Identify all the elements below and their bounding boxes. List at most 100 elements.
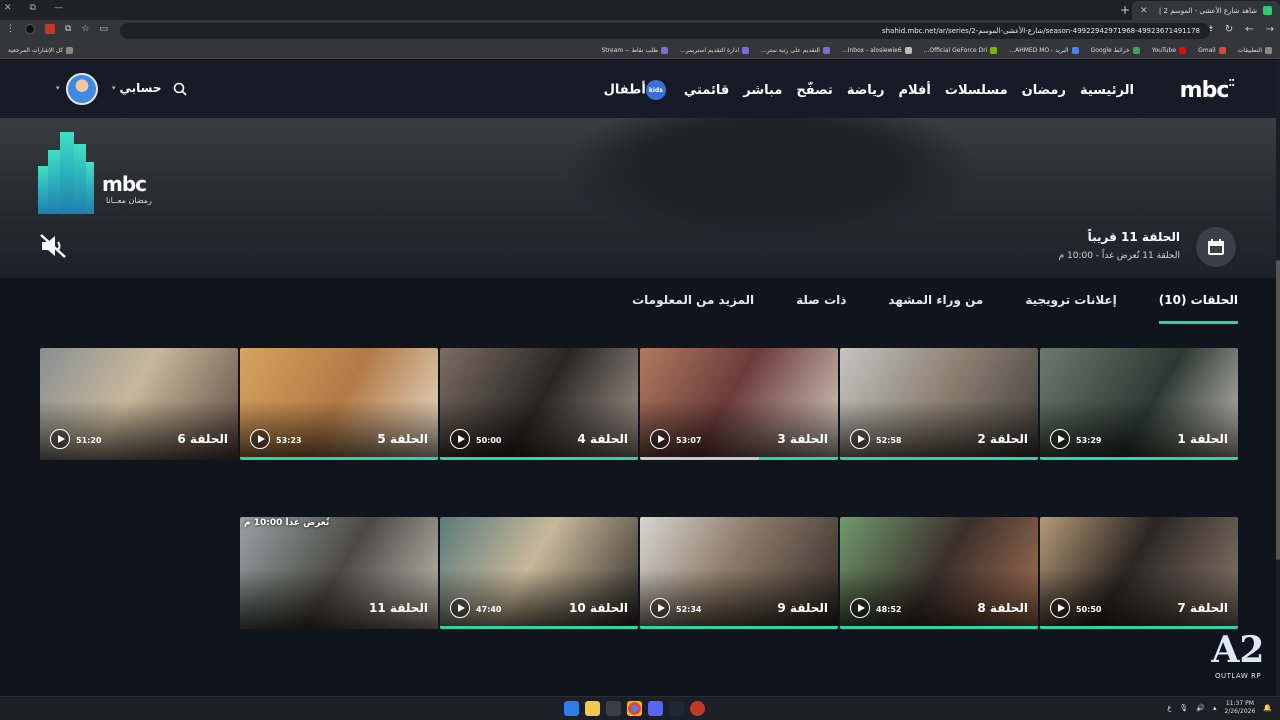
page-scrollbar[interactable] — [1276, 60, 1280, 696]
url-field[interactable]: shahid.mbc.net/ar/series/شارع-الأعشى-الم… — [120, 23, 1210, 39]
steam-icon[interactable] — [669, 701, 684, 716]
episode-duration: 53:07 — [676, 436, 702, 445]
play-icon[interactable] — [450, 598, 470, 618]
hero-brand-sub: رمضان معــانا — [106, 196, 152, 205]
site-header: mbc⁚⁚ الرئيسية رمضان مسلسلات أفلام رياضة… — [0, 60, 1276, 118]
all-bookmarks[interactable]: كل الإشارات المرجعية — [8, 46, 74, 54]
tab-trailers[interactable]: إعلانات ترويجية — [1025, 293, 1116, 324]
bookmark-item[interactable]: طلب نقاط -- Stream — [602, 46, 669, 54]
account-menu[interactable]: حسابي ▾ — [112, 81, 162, 95]
bookmark-star-icon[interactable]: ☆ — [81, 24, 89, 34]
mbc-logo[interactable]: mbc⁚⁚ — [1180, 78, 1235, 103]
episode-card[interactable]: الحلقة 10 47:40 — [440, 517, 638, 629]
nav-item-movies[interactable]: أفلام — [899, 83, 931, 98]
play-icon[interactable] — [1050, 429, 1070, 449]
episode-card[interactable]: الحلقة 2 52:58 — [840, 348, 1038, 460]
chevron-down-icon[interactable]: ▾ — [56, 84, 60, 92]
minimize-icon[interactable]: — — [54, 3, 63, 13]
episode-title: الحلقة 10 — [569, 601, 628, 615]
task-view-icon[interactable] — [606, 701, 621, 716]
file-explorer-icon[interactable] — [585, 701, 600, 716]
chrome-icon[interactable] — [627, 701, 642, 716]
episode-card[interactable]: الحلقة 7 50:50 — [1040, 517, 1238, 629]
play-icon[interactable] — [50, 429, 70, 449]
app-icon[interactable] — [690, 701, 705, 716]
avatar[interactable] — [66, 73, 98, 105]
windows-start-icon[interactable] — [564, 701, 579, 716]
nav-item-kids[interactable]: kidsأطفال — [604, 80, 670, 100]
episode-card[interactable]: الحلقة 9 52:34 — [640, 517, 838, 629]
mute-icon[interactable] — [38, 232, 68, 260]
nav-item-my-list[interactable]: قائمتي — [684, 83, 729, 98]
bookmark-item[interactable]: التقديم على رتبة ستر... — [761, 46, 830, 54]
forward-icon[interactable]: ← — [1245, 24, 1253, 35]
extensions-icon[interactable]: ⧉ — [65, 24, 71, 34]
episode-title: الحلقة 2 — [977, 432, 1028, 446]
episode-card[interactable]: الحلقة 6 51:20 — [40, 348, 238, 460]
tab-more-info[interactable]: المزيد من المعلومات — [632, 293, 754, 324]
maximize-icon[interactable]: ⧉ — [30, 3, 36, 13]
browser-tab[interactable]: شاهد شارع الأعشى - الموسم 2 | ✕ — [1132, 1, 1280, 20]
notification-icon[interactable]: 🔔 — [1263, 704, 1272, 712]
scrollbar-thumb[interactable] — [1276, 260, 1280, 560]
lang-indicator[interactable]: ع — [1167, 704, 1171, 712]
mic-icon[interactable]: 🎙 — [1179, 704, 1188, 712]
play-icon[interactable] — [650, 429, 670, 449]
close-window-icon[interactable]: ✕ — [4, 3, 12, 13]
menu-icon[interactable]: ⋮ — [6, 24, 15, 34]
nav-item-live[interactable]: مباشر — [743, 83, 782, 98]
nav-item-ramadan[interactable]: رمضان — [1022, 83, 1066, 98]
new-tab-button[interactable]: + — [1120, 3, 1130, 17]
inbox-icon — [904, 46, 912, 54]
next-episode-title: الحلقة 11 قريباً — [1087, 230, 1180, 244]
bookmark-item[interactable]: Gmail — [1198, 46, 1226, 54]
play-icon[interactable] — [1050, 598, 1070, 618]
bookmark-item[interactable]: Inbox - alosiewie6... — [842, 46, 912, 54]
bookmark-item[interactable]: التطبيقات — [1238, 46, 1272, 54]
tab-episodes[interactable]: الحلقات (10) — [1158, 293, 1238, 324]
play-icon[interactable] — [850, 598, 870, 618]
discord-icon[interactable] — [648, 701, 663, 716]
play-icon[interactable] — [650, 598, 670, 618]
bookmark-item[interactable]: YouTube — [1152, 46, 1187, 54]
nav-item-series[interactable]: مسلسلات — [945, 83, 1008, 98]
episode-title: الحلقة 9 — [777, 601, 828, 615]
bookmark-item[interactable]: خرائط Google — [1091, 46, 1140, 54]
episode-card[interactable]: الحلقة 8 48:52 — [840, 517, 1038, 629]
nav-item-browse[interactable]: تصفّح — [796, 83, 832, 98]
episode-card[interactable]: الحلقة 1 53:29 — [1040, 348, 1238, 460]
search-icon[interactable] — [172, 81, 188, 97]
episode-title: الحلقة 11 — [369, 601, 428, 615]
taskbar-clock[interactable]: 11:37 PM 2/26/2026 — [1225, 700, 1256, 716]
episode-title: الحلقة 6 — [177, 432, 228, 446]
reload-icon[interactable]: ↻ — [1225, 24, 1233, 35]
account-label: حسابي — [119, 81, 162, 95]
episode-card[interactable]: الحلقة 5 53:23 — [240, 348, 438, 460]
extension-icon[interactable] — [45, 24, 55, 34]
nav-buttons: → ← ↻ ⇄ — [1204, 24, 1274, 35]
play-icon[interactable] — [250, 429, 270, 449]
bookmark-item[interactable]: ادارة التقديم استريمر... — [680, 46, 750, 54]
tab-related[interactable]: ذات صلة — [796, 293, 846, 324]
watch-progress — [440, 626, 638, 629]
wifi-icon[interactable]: ▴ — [1213, 704, 1217, 712]
cast-icon[interactable]: ▭ — [100, 24, 109, 34]
mail-icon — [1071, 46, 1079, 54]
nav-item-sports[interactable]: رياضة — [847, 83, 885, 98]
play-icon[interactable] — [450, 429, 470, 449]
profile-icon[interactable] — [25, 24, 35, 34]
bookmark-item[interactable]: Official GeForce Dri... — [924, 46, 998, 54]
nav-item-home[interactable]: الرئيسية — [1080, 83, 1134, 98]
calendar-button[interactable] — [1196, 227, 1236, 267]
tab-close-icon[interactable]: ✕ — [1140, 6, 1148, 16]
episode-card-upcoming[interactable]: تُعرض غداً 10:00 م الحلقة 11 — [240, 517, 438, 629]
kids-badge-icon: kids — [645, 80, 666, 100]
play-icon[interactable] — [850, 429, 870, 449]
tab-behind-scenes[interactable]: من وراء المشهد — [888, 293, 983, 324]
episode-card[interactable]: الحلقة 4 50:00 — [440, 348, 638, 460]
ramadan-logo: mbc رمضان معــانا — [36, 132, 176, 214]
bookmark-item[interactable]: البريد - AHMED MO... — [1009, 46, 1079, 54]
back-icon[interactable]: → — [1266, 24, 1274, 35]
episode-card[interactable]: الحلقة 3 53:07 — [640, 348, 838, 460]
volume-icon[interactable]: 🔊 — [1196, 704, 1205, 712]
